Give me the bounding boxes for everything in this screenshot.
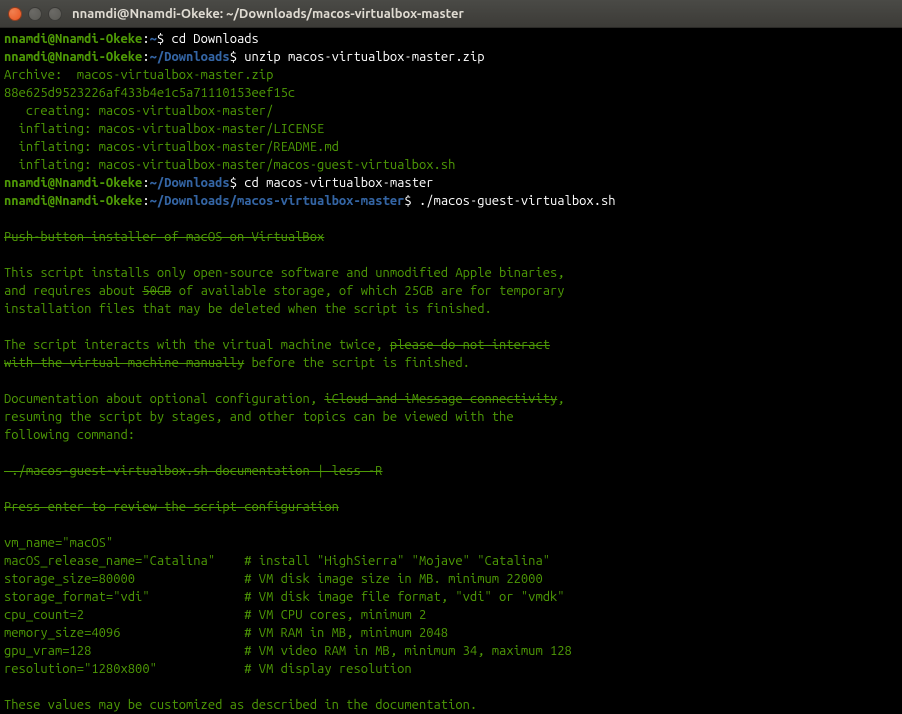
output-line: These values may be customized as descri… xyxy=(4,698,477,712)
prompt-user: nnamdi@Nnamdi-Okeke xyxy=(4,50,142,64)
maximize-icon[interactable] xyxy=(48,7,62,21)
output-line: Documentation about optional configurati… xyxy=(4,392,324,406)
output-line: The script interacts with the virtual ma… xyxy=(4,338,390,352)
command-text: cd macos-virtualbox-master xyxy=(244,176,433,190)
config-line: resolution="1280x800" # VM display resol… xyxy=(4,662,412,676)
output-line: following command: xyxy=(4,428,135,442)
config-line: gpu_vram=128 # VM video RAM in MB, minim… xyxy=(4,644,572,658)
output-strike: 50GB xyxy=(142,284,171,298)
config-line: macOS_release_name="Catalina" # install … xyxy=(4,554,550,568)
window-title: nnamdi@Nnamdi-Okeke: ~/Downloads/macos-v… xyxy=(72,7,464,21)
prompt-path: ~/Downloads xyxy=(150,176,230,190)
command-text: ./macos-guest-virtualbox.sh xyxy=(419,194,616,208)
prompt-colon: : xyxy=(142,50,149,64)
command-text: unzip macos-virtualbox-master.zip xyxy=(244,50,484,64)
config-line: vm_name="macOS" xyxy=(4,536,113,550)
output-line: creating: macos-virtualbox-master/ xyxy=(4,104,273,118)
output-line: and requires about xyxy=(4,284,142,298)
command-text: cd Downloads xyxy=(171,32,258,46)
prompt-user: nnamdi@Nnamdi-Okeke xyxy=(4,176,142,190)
output-line: , xyxy=(557,392,564,406)
close-icon[interactable] xyxy=(8,7,22,21)
minimize-icon[interactable] xyxy=(28,7,42,21)
press-enter-prompt: Press enter to review the script configu… xyxy=(4,500,339,514)
output-line: inflating: macos-virtualbox-master/LICEN… xyxy=(4,122,324,136)
terminal-output[interactable]: nnamdi@Nnamdi-Okeke:~$ cd Downloads nnam… xyxy=(0,28,902,714)
doc-command: ./macos-guest-virtualbox.sh documentatio… xyxy=(4,464,383,478)
output-strike: please do not interact xyxy=(390,338,550,352)
prompt-user: nnamdi@Nnamdi-Okeke xyxy=(4,194,142,208)
prompt-colon: : xyxy=(142,176,149,190)
output-strike: with the virtual machine manually xyxy=(4,356,244,370)
config-line: cpu_count=2 # VM CPU cores, minimum 2 xyxy=(4,608,426,622)
prompt-path: ~/Downloads xyxy=(150,50,230,64)
prompt-dollar: $ xyxy=(404,194,419,208)
prompt-user: nnamdi@Nnamdi-Okeke xyxy=(4,32,142,46)
output-line: before the script is finished. xyxy=(244,356,470,370)
config-line: storage_size=80000 # VM disk image size … xyxy=(4,572,543,586)
prompt-colon: : xyxy=(142,194,149,208)
window-controls xyxy=(8,7,62,21)
script-title: Push-button installer of macOS on Virtua… xyxy=(4,230,324,244)
output-line: inflating: macos-virtualbox-master/READM… xyxy=(4,140,339,154)
config-line: storage_format="vdi" # VM disk image fil… xyxy=(4,590,565,604)
output-line: inflating: macos-virtualbox-master/macos… xyxy=(4,158,455,172)
prompt-colon: : xyxy=(142,32,149,46)
output-line: of available storage, of which 25GB are … xyxy=(171,284,564,298)
output-line: Archive: macos-virtualbox-master.zip xyxy=(4,68,273,82)
output-line: installation files that may be deleted w… xyxy=(4,302,492,316)
prompt-path: ~ xyxy=(150,32,157,46)
output-strike: iCloud and iMessage connectivity xyxy=(324,392,557,406)
output-line: This script installs only open-source so… xyxy=(4,266,565,280)
prompt-path: ~/Downloads/macos-virtualbox-master xyxy=(150,194,405,208)
prompt-dollar: $ xyxy=(157,32,172,46)
prompt-dollar: $ xyxy=(230,50,245,64)
config-line: memory_size=4096 # VM RAM in MB, minimum… xyxy=(4,626,448,640)
output-line: 88e625d9523226af433b4e1c5a71110153eef15c xyxy=(4,86,295,100)
prompt-dollar: $ xyxy=(230,176,245,190)
output-line: resuming the script by stages, and other… xyxy=(4,410,514,424)
window-titlebar: nnamdi@Nnamdi-Okeke: ~/Downloads/macos-v… xyxy=(0,0,902,28)
